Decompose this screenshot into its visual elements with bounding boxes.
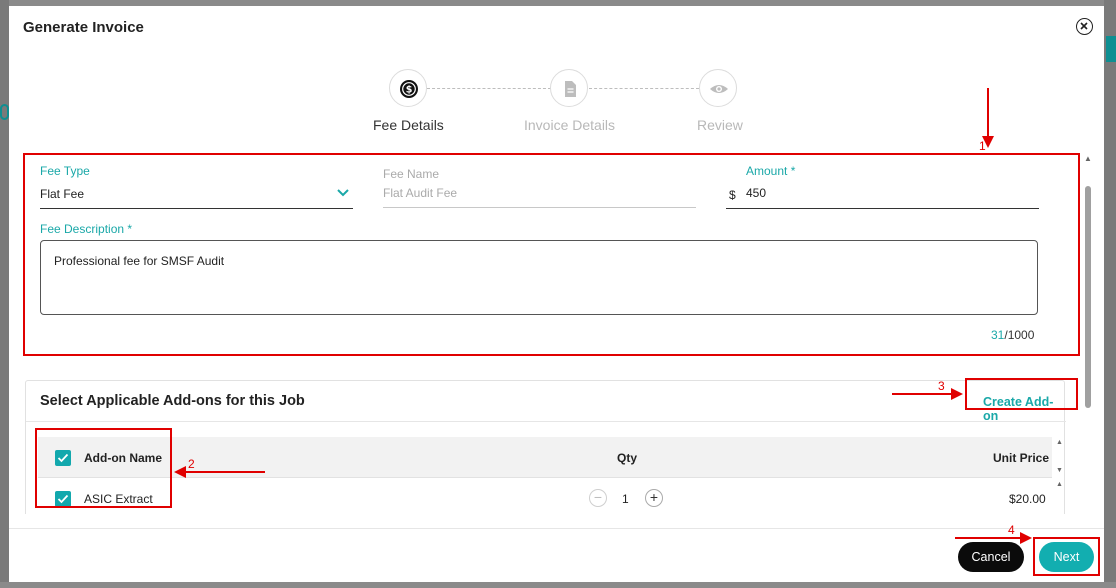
annotation-arrows [174,88,1032,544]
